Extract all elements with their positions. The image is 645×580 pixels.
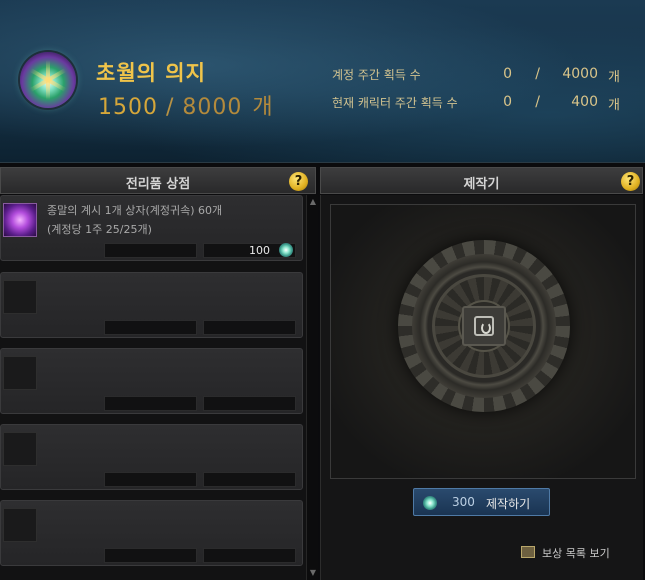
crafting-panel-header: 제작기 ? [320,167,643,194]
stat-label: 현재 캐릭터 주간 획득 수 [332,96,458,110]
shop-help-icon[interactable]: ? [289,172,308,191]
shop-title: 전리품 상점 [125,177,191,192]
character-weekly-stat: 현재 캐릭터 주간 획득 수 0 / 400 개 [332,94,622,113]
empty-slot-icon [3,356,37,390]
shop-item[interactable] [0,424,303,490]
craft-cost: 300 [452,495,475,509]
item-name: 종말의 계시 1개 상자(계정귀속) 60개 [47,204,223,217]
shop-item[interactable] [0,272,303,338]
item-bar [104,396,197,411]
power-icon [462,306,506,346]
stat-label: 계정 주간 획득 수 [332,68,421,82]
crafting-title: 제작기 [463,177,500,192]
currency-separator: / [166,95,175,120]
craft-label: 제작하기 [486,497,531,511]
currency-unit: 개 [252,95,274,120]
item-bar [104,548,197,563]
stat-unit: 개 [608,70,620,85]
account-weekly-stat: 계정 주간 획득 수 0 / 4000 개 [332,66,622,85]
reward-list-icon [521,546,535,558]
currency-current: 1500 [98,95,158,120]
purple-box-icon [3,203,37,237]
item-price: 100 [249,244,270,257]
stat-separator: / [535,66,540,82]
crafting-help-icon[interactable]: ? [621,172,640,191]
gem-currency-icon [423,496,437,510]
stat-unit: 개 [608,98,620,113]
currency-title: 초월의 의지 [96,61,206,85]
craft-button[interactable]: 300 제작하기 [413,488,550,516]
stat-current: 0 [503,94,512,110]
scroll-up-icon[interactable]: ▲ [308,197,318,207]
currency-max: 8000 [182,95,243,120]
item-bar [104,243,197,258]
shop-panel-header: 전리품 상점 ? [0,167,316,194]
item-price-bar [203,320,296,335]
empty-slot-icon [3,432,37,466]
stat-separator: / [535,94,540,110]
transcendence-emblem-icon [20,52,76,108]
stat-current: 0 [503,66,512,82]
shop-list: 종말의 계시 1개 상자(계정귀속) 60개 (계정당 1주 25/25개) 1… [0,195,318,580]
shop-scrollbar[interactable]: ▲ ▼ [306,195,318,580]
stat-max: 4000 [562,66,598,82]
reward-list-label: 보상 목록 보기 [542,547,610,560]
scroll-down-icon[interactable]: ▼ [308,568,318,578]
item-price-bar [203,396,296,411]
currency-count: 1500 / 8000 개 [98,89,274,121]
stat-max: 400 [571,94,598,110]
item-price-bar [203,472,296,487]
item-bar [104,320,197,335]
header-banner: 초월의 의지 1500/8000 개 계정 주간 획득 수 0 / 4000 개 … [0,0,645,163]
gem-currency-icon [279,243,293,257]
item-bar [104,472,197,487]
empty-slot-icon [3,280,37,314]
shop-item[interactable]: 종말의 계시 1개 상자(계정귀속) 60개 (계정당 1주 25/25개) 1… [0,195,303,261]
item-limit: (계정당 1주 25/25개) [47,223,152,236]
item-price-bar [203,548,296,563]
empty-slot-icon [3,508,37,542]
shop-item[interactable] [0,348,303,414]
shop-item[interactable] [0,500,303,566]
